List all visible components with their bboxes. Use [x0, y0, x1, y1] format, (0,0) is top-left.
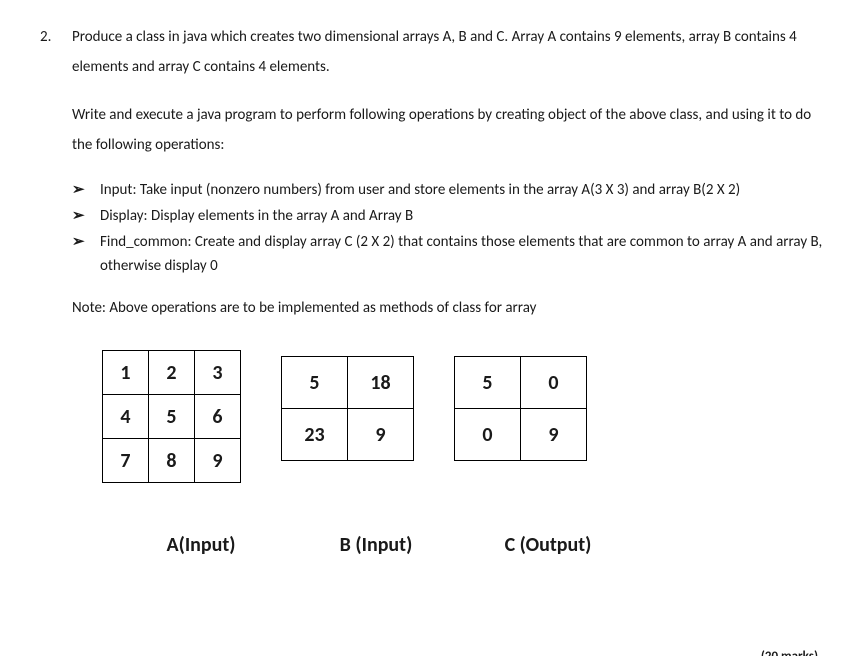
table-cell: 1 [103, 351, 149, 395]
arrow-icon: ➢ [72, 178, 85, 202]
array-a-table: 1 2 3 4 5 6 7 8 9 [102, 350, 241, 483]
table-cell: 0 [455, 409, 521, 461]
marks-fragment: (20 marks) [761, 648, 818, 656]
arrow-icon: ➢ [72, 230, 85, 254]
table-cell: 5 [455, 357, 521, 409]
paragraph-2: Write and execute a java program to perf… [72, 100, 832, 160]
paragraph-1: Produce a class in java which creates tw… [72, 22, 832, 82]
array-labels-row: A(Input) B (Input) C (Output) [132, 531, 832, 559]
question-number: 2. [40, 27, 72, 48]
array-b-table: 5 18 23 9 [281, 356, 414, 461]
table-row: 5 18 [282, 357, 414, 409]
note-text: Note: Above operations are to be impleme… [72, 296, 832, 320]
table-cell: 9 [348, 409, 414, 461]
label-array-c: C (Output) [482, 531, 614, 559]
table-row: 4 5 6 [103, 395, 241, 439]
array-b-block: 5 18 23 9 [281, 356, 414, 461]
table-cell: 2 [149, 351, 195, 395]
table-cell: 9 [195, 439, 241, 483]
table-cell: 3 [195, 351, 241, 395]
table-cell: 8 [149, 439, 195, 483]
bullet-item: ➢ Input: Take input (nonzero numbers) fr… [72, 178, 832, 202]
array-c-table: 5 0 0 9 [454, 356, 587, 461]
table-cell: 18 [348, 357, 414, 409]
table-cell: 6 [195, 395, 241, 439]
arrow-icon: ➢ [72, 204, 85, 228]
table-cell: 5 [282, 357, 348, 409]
table-cell: 9 [521, 409, 587, 461]
array-a-block: 1 2 3 4 5 6 7 8 9 [102, 350, 241, 483]
table-row: 23 9 [282, 409, 414, 461]
bullet-item: ➢ Display: Display elements in the array… [72, 204, 832, 228]
question-body: Produce a class in java which creates tw… [72, 22, 832, 559]
table-row: 7 8 9 [103, 439, 241, 483]
bullet-item: ➢ Find_common: Create and display array … [72, 230, 832, 278]
table-row: 0 9 [455, 409, 587, 461]
table-cell: 5 [149, 395, 195, 439]
label-array-a: A(Input) [132, 531, 270, 559]
table-row: 5 0 [455, 357, 587, 409]
arrays-illustration: 1 2 3 4 5 6 7 8 9 [102, 350, 832, 483]
label-array-b: B (Input) [310, 531, 442, 559]
bullet-text: Find_common: Create and display array C … [100, 233, 822, 275]
table-cell: 7 [103, 439, 149, 483]
bullet-list: ➢ Input: Take input (nonzero numbers) fr… [72, 178, 832, 278]
bullet-text: Input: Take input (nonzero numbers) from… [100, 181, 740, 199]
table-cell: 4 [103, 395, 149, 439]
table-cell: 0 [521, 357, 587, 409]
bullet-text: Display: Display elements in the array A… [100, 207, 413, 225]
table-cell: 23 [282, 409, 348, 461]
table-row: 1 2 3 [103, 351, 241, 395]
question-block: 2. Produce a class in java which creates… [40, 22, 832, 559]
array-c-block: 5 0 0 9 [454, 356, 587, 461]
